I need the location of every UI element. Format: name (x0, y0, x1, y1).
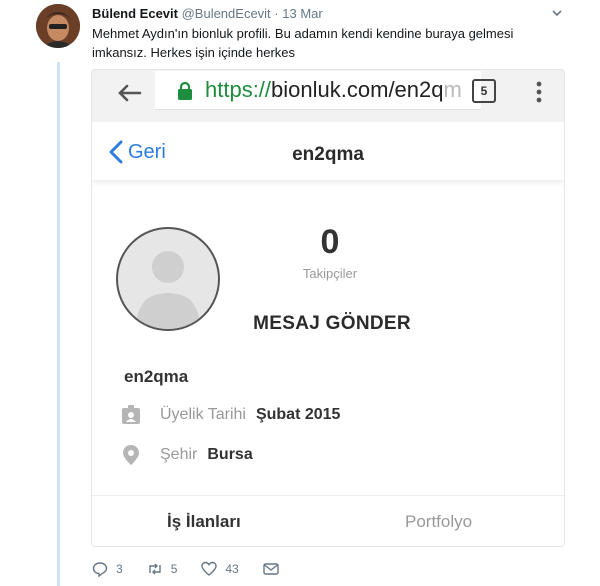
heart-icon (201, 561, 218, 576)
tweet-date[interactable]: 13 Mar (282, 6, 322, 21)
app-header: Geri en2qma (92, 122, 564, 180)
thread-line (57, 62, 60, 586)
header-separator: · (274, 6, 279, 21)
reply-button[interactable]: 3 (92, 561, 123, 577)
city-label: Şehir (160, 446, 198, 463)
reply-icon (92, 562, 108, 577)
city-value: Bursa (207, 446, 253, 463)
lock-icon (178, 82, 192, 100)
membership-row: Üyelik Tarihi Şubat 2015 (120, 403, 340, 427)
tab-portfolyo[interactable]: Portfolyo (405, 512, 472, 532)
profile-avatar (116, 227, 220, 331)
author-handle[interactable]: @BulendEcevit (182, 6, 271, 21)
tweet-header: Bülend Ecevit @BulendEcevit · 13 Mar (92, 6, 323, 22)
author-name[interactable]: Bülend Ecevit (92, 6, 178, 21)
retweet-button[interactable]: 5 (147, 561, 178, 577)
chevron-down-icon[interactable] (550, 6, 564, 20)
author-avatar[interactable] (36, 4, 80, 48)
author-photo (36, 4, 80, 48)
id-badge-icon (122, 405, 140, 424)
retweet-count: 5 (170, 562, 178, 576)
url-fade: m (443, 77, 462, 102)
envelope-icon (263, 563, 279, 575)
followers-label: Takipçiler (302, 266, 358, 281)
direct-message-button[interactable] (263, 561, 287, 577)
more-vert-icon[interactable] (536, 80, 542, 104)
tab-count-button[interactable]: 5 (472, 79, 496, 103)
app-title: en2qma (292, 144, 364, 165)
reply-count: 3 (116, 562, 123, 576)
retweet-icon (148, 563, 161, 575)
followers-count[interactable]: 0 (280, 222, 380, 262)
location-pin-icon (123, 445, 139, 465)
like-button[interactable]: 43 (201, 561, 239, 577)
address-bar[interactable]: https://bionluk.com/en2qm (155, 71, 481, 110)
tweet-actions: 3 5 43 (92, 560, 311, 578)
tweet-text: Mehmet Aydın'ın bionluk profili. Bu adam… (92, 26, 514, 60)
url-text: https://bionluk.com/en2qm (205, 77, 462, 103)
like-count: 43 (225, 562, 239, 576)
user-placeholder-icon (136, 251, 200, 329)
city-row: Şehir Bursa (120, 443, 253, 467)
embedded-screenshot[interactable]: https://bionluk.com/en2qm 5 Geri en2qma … (91, 69, 565, 547)
tab-is-ilanlari[interactable]: İş İlanları (167, 512, 241, 532)
profile-tabs: İş İlanları Portfolyo (92, 495, 564, 546)
send-message-button[interactable]: MESAJ GÖNDER (252, 313, 412, 335)
url-host: bionluk.com/en2q (271, 77, 444, 102)
browser-toolbar: https://bionluk.com/en2qm 5 (92, 70, 564, 122)
back-arrow-icon[interactable] (114, 78, 144, 108)
membership-value: Şubat 2015 (255, 406, 341, 423)
membership-label: Üyelik Tarihi (160, 406, 246, 423)
profile-username: en2qma (124, 367, 189, 386)
url-scheme: https:// (205, 77, 272, 102)
